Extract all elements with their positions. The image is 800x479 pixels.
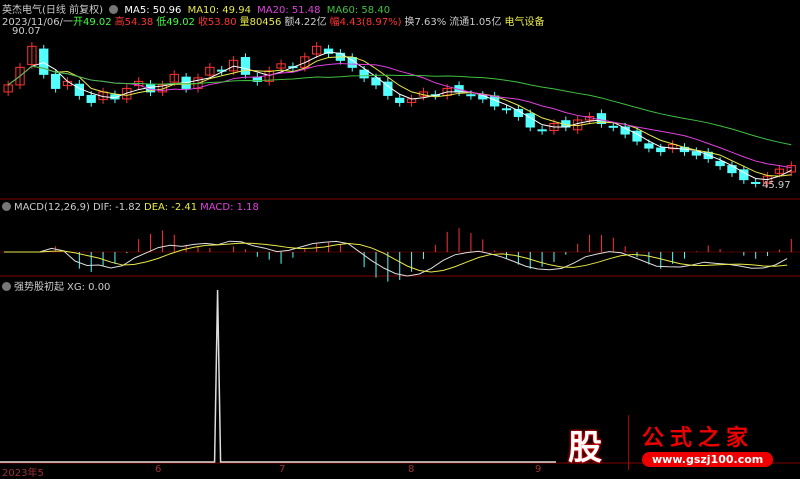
candle	[359, 69, 369, 79]
candle	[644, 143, 654, 149]
watermark-divider	[628, 415, 629, 470]
candle	[86, 94, 96, 103]
time-label: 6	[155, 464, 162, 475]
ma20-line	[7, 62, 792, 169]
time-label: 8	[408, 464, 415, 475]
toggle-icon[interactable]	[2, 202, 11, 211]
candle	[466, 94, 476, 97]
candle	[727, 165, 737, 174]
candle	[395, 97, 405, 103]
candle	[240, 57, 251, 75]
dif-label: DIF: -1.82	[92, 202, 141, 213]
xg-signal-line	[0, 289, 556, 463]
candle	[50, 73, 61, 89]
xg-value: XG: 0.00	[67, 282, 111, 293]
macd-value: MACD: 1.18	[200, 202, 259, 213]
candle	[715, 160, 725, 167]
high-price-label: 90.07	[12, 26, 41, 37]
candle	[656, 147, 666, 153]
time-label: 9	[535, 464, 542, 475]
watermark-title: 公式之家	[642, 425, 755, 451]
candle	[751, 181, 761, 184]
dea-line	[4, 242, 788, 273]
xg-header: 强势股初起 XG: 0.00	[2, 278, 113, 293]
dea-label: DEA: -2.41	[144, 202, 198, 213]
xg-title: 强势股初起	[14, 282, 64, 293]
time-label: 2023年5	[2, 468, 44, 479]
candle	[608, 125, 618, 128]
dif-line	[4, 240, 788, 277]
time-label: 7	[279, 464, 286, 475]
toggle-icon[interactable]	[2, 282, 11, 291]
watermark-url: www.gszj100.com	[642, 452, 774, 467]
low-price-label: 45.97	[762, 180, 791, 191]
candle	[501, 108, 512, 111]
macd-header: MACD(12,26,9) DIF: -1.82 DEA: -2.41 MACD: 1…	[2, 202, 262, 213]
watermark-logo: 股	[568, 428, 602, 468]
candle	[691, 151, 702, 156]
candle	[537, 129, 547, 132]
macd-title: MACD(12,26,9)	[14, 202, 90, 213]
chart-canvas[interactable]	[0, 0, 800, 476]
candle	[39, 48, 49, 75]
